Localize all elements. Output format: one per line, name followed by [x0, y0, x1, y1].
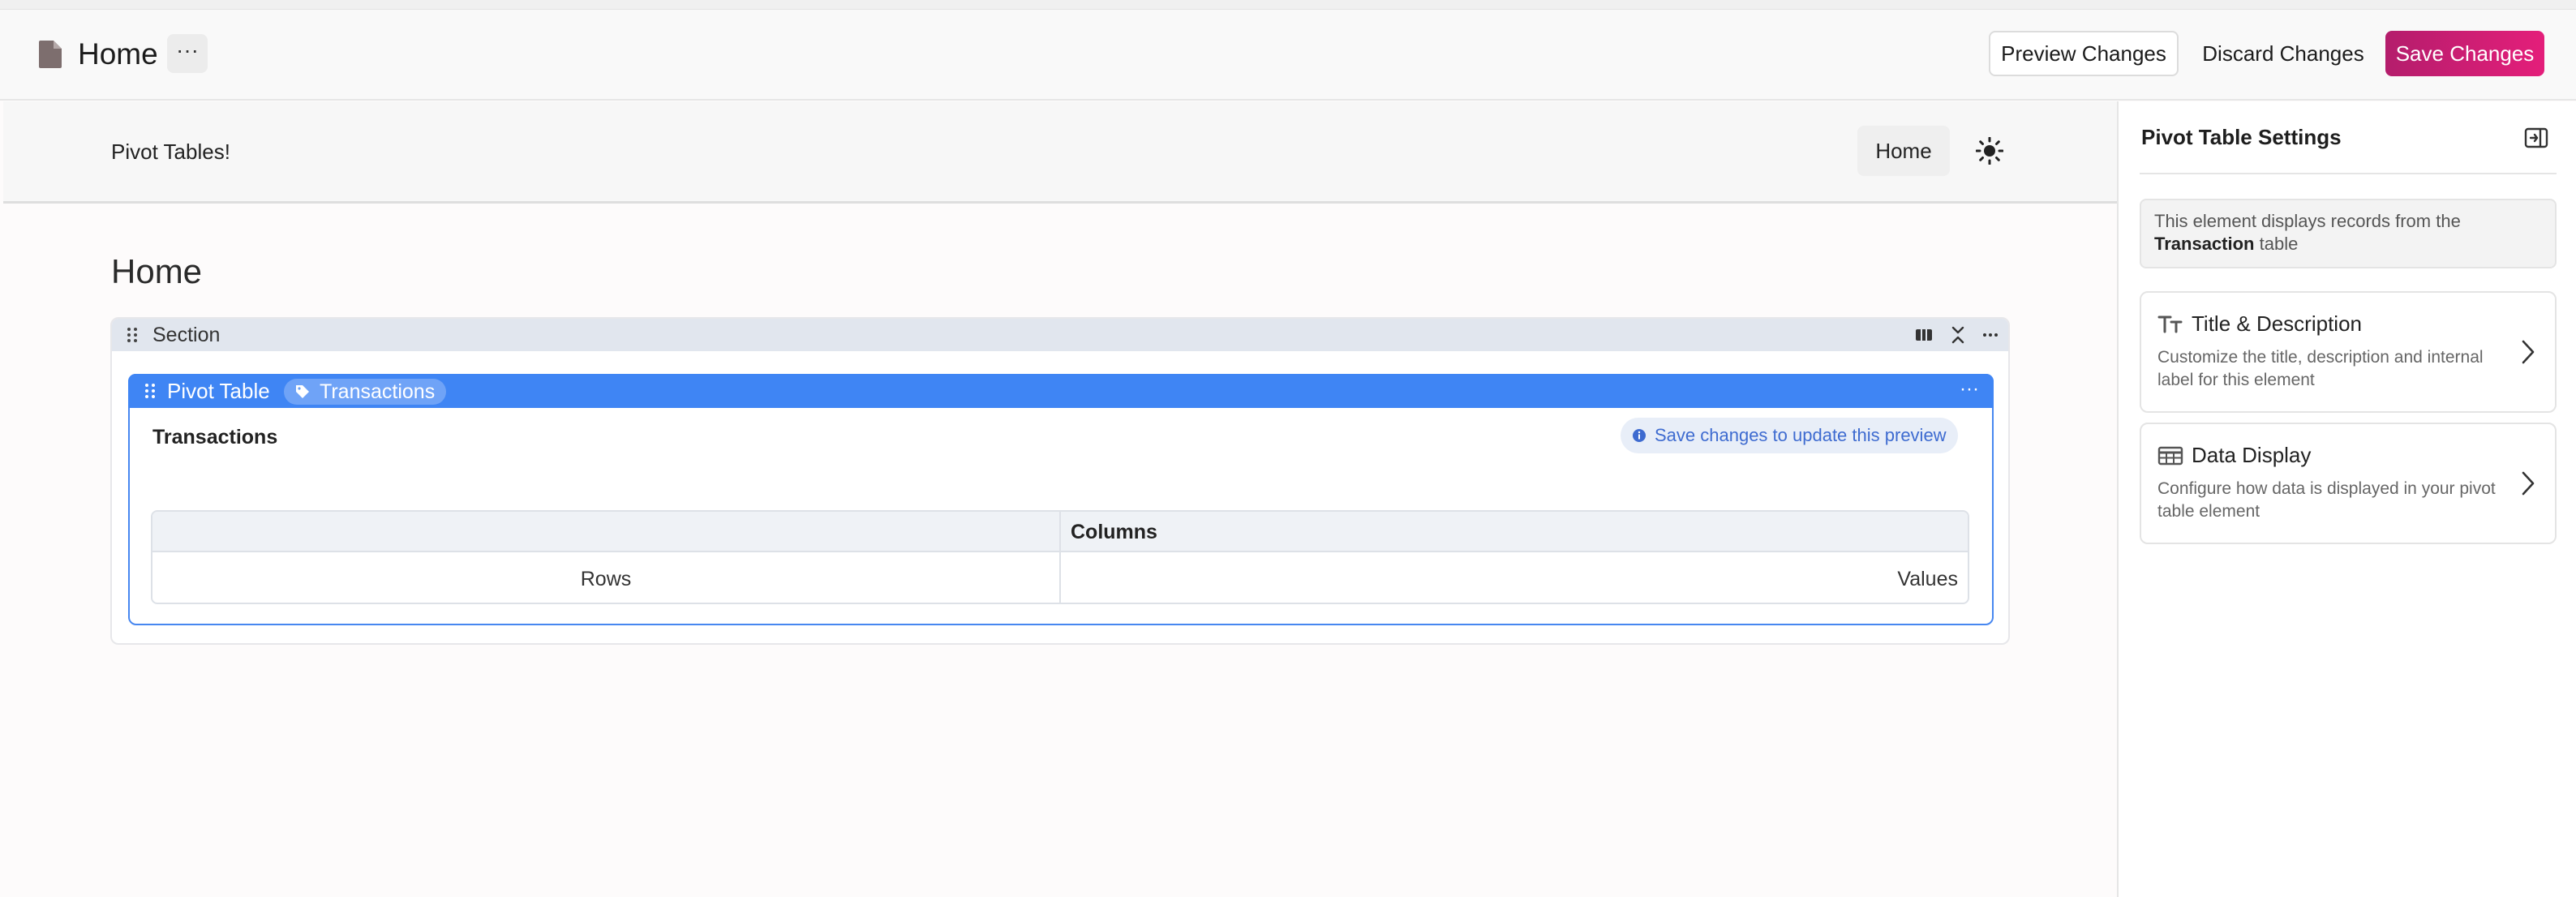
info-prefix: This element displays records from the [2154, 211, 2461, 231]
card-description: Configure how data is displayed in your … [2157, 479, 2496, 521]
section-block[interactable]: Section Pivot Table Transactions ··· Tra… [110, 317, 2010, 645]
sun-icon[interactable] [1976, 137, 2003, 165]
page-canvas: Pivot Tables! Home Home Section Pivot Ta… [3, 101, 2117, 897]
values-cell: Values [1897, 568, 1958, 590]
panel-title: Pivot Table Settings [2141, 125, 2342, 149]
columns-header: Columns [1071, 521, 1157, 543]
save-changes-button[interactable]: Save Changes [2385, 31, 2544, 76]
page-name[interactable]: Home [78, 34, 158, 75]
nav-home-link[interactable]: Home [1857, 126, 1950, 176]
page-more-button[interactable]: ··· [167, 34, 208, 73]
chevron-right-icon [2522, 471, 2535, 496]
pivot-table-element[interactable]: Pivot Table Transactions ··· Transaction… [128, 374, 1994, 625]
preview-changes-button[interactable]: Preview Changes [1989, 31, 2179, 76]
section-label: Section [152, 324, 221, 346]
app-navbar: Pivot Tables! Home [3, 101, 2117, 204]
text-format-icon [2157, 315, 2183, 333]
card-title: Data Display [2192, 443, 2312, 467]
pivot-table-toolbar: Pivot Table Transactions ··· [128, 374, 1994, 408]
card-title: Title & Description [2192, 311, 2362, 336]
source-info-box: This element displays records from the T… [2140, 199, 2557, 268]
section-toolbar: Section [112, 319, 2008, 351]
drag-handle-icon[interactable] [127, 327, 138, 343]
columns-layout-icon[interactable] [1914, 325, 1934, 345]
editor-header: Home ··· Preview Changes Discard Changes… [0, 10, 2576, 101]
section-more-icon[interactable] [1981, 325, 2000, 345]
pivot-title: Transactions [152, 426, 278, 448]
info-icon [1633, 429, 1646, 442]
source-table-tag[interactable]: Transactions [284, 379, 447, 405]
preview-notice-text: Save changes to update this preview [1655, 425, 1947, 445]
title-description-card[interactable]: Title & Description Customize the title,… [2140, 291, 2557, 413]
table-icon [2157, 446, 2183, 466]
card-description: Customize the title, description and int… [2157, 348, 2484, 389]
discard-changes-button[interactable]: Discard Changes [2190, 31, 2376, 76]
tag-icon [296, 385, 309, 398]
page-heading: Home [111, 252, 203, 290]
info-table-name: Transaction [2154, 234, 2255, 254]
app-title[interactable]: Pivot Tables! [111, 137, 230, 166]
drag-handle-icon[interactable] [144, 383, 156, 399]
rows-cell: Rows [580, 568, 632, 590]
info-suffix: table [2259, 234, 2299, 254]
panel-divider [2140, 173, 2557, 174]
preview-notice: Save changes to update this preview [1621, 418, 1958, 453]
settings-panel: Pivot Table Settings This element displa… [2117, 101, 2576, 897]
document-icon [39, 41, 62, 68]
source-table-tag-label: Transactions [320, 380, 436, 403]
chevron-right-icon [2522, 340, 2535, 364]
collapse-section-icon[interactable] [1948, 325, 1968, 345]
pivot-more-button[interactable]: ··· [1960, 376, 1979, 403]
pivot-preview-table: Columns Rows Values [151, 510, 1969, 604]
data-display-card[interactable]: Data Display Configure how data is displ… [2140, 423, 2557, 544]
window-top-strip [0, 0, 2576, 10]
collapse-panel-icon[interactable] [2524, 126, 2548, 150]
pivot-table-label: Pivot Table [167, 379, 270, 403]
